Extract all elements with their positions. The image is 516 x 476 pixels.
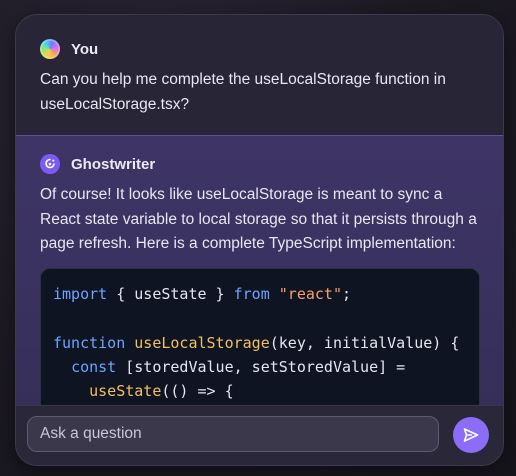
user-message-header: You (40, 39, 98, 59)
code-function: useState (89, 382, 162, 400)
code-text: { useState } (107, 285, 234, 303)
code-block: import { useState } from "react"; functi… (40, 268, 480, 420)
code-function: useLocalStorage (134, 334, 270, 352)
code-keyword: const (71, 358, 117, 376)
code-text: (key, initialValue) { (269, 334, 460, 352)
ghostwriter-icon (40, 154, 60, 174)
chat-panel: You Can you help me complete the useLoca… (15, 14, 504, 466)
code-line: import { useState } from "react"; (53, 284, 351, 304)
assistant-name: Ghostwriter (71, 155, 156, 173)
question-input[interactable] (27, 416, 439, 452)
code-line: function useLocalStorage(key, initialVal… (53, 333, 459, 353)
code-line: const [storedValue, setStoredValue] = (53, 357, 405, 377)
user-avatar (40, 39, 60, 59)
assistant-message: Ghostwriter Of course! It looks like use… (16, 136, 503, 420)
user-message: You Can you help me complete the useLoca… (16, 15, 503, 135)
assistant-message-header: Ghostwriter (40, 154, 155, 174)
code-text: [storedValue, setStoredValue] = (116, 358, 406, 376)
send-icon (463, 428, 479, 442)
code-line: useState(() => { (53, 381, 234, 401)
assistant-message-text: Of course! It looks like useLocalStorage… (40, 186, 477, 252)
input-bar (16, 405, 503, 465)
user-message-text: Can you help me complete the useLocalSto… (40, 71, 446, 113)
send-button[interactable] (453, 417, 489, 453)
user-name: You (71, 40, 99, 58)
code-text: ; (342, 285, 352, 303)
code-string: "react" (278, 285, 342, 303)
code-text: (() => { (161, 382, 234, 400)
code-keyword: import (53, 285, 108, 303)
code-keyword: from (233, 285, 270, 303)
code-keyword: function (53, 334, 126, 352)
